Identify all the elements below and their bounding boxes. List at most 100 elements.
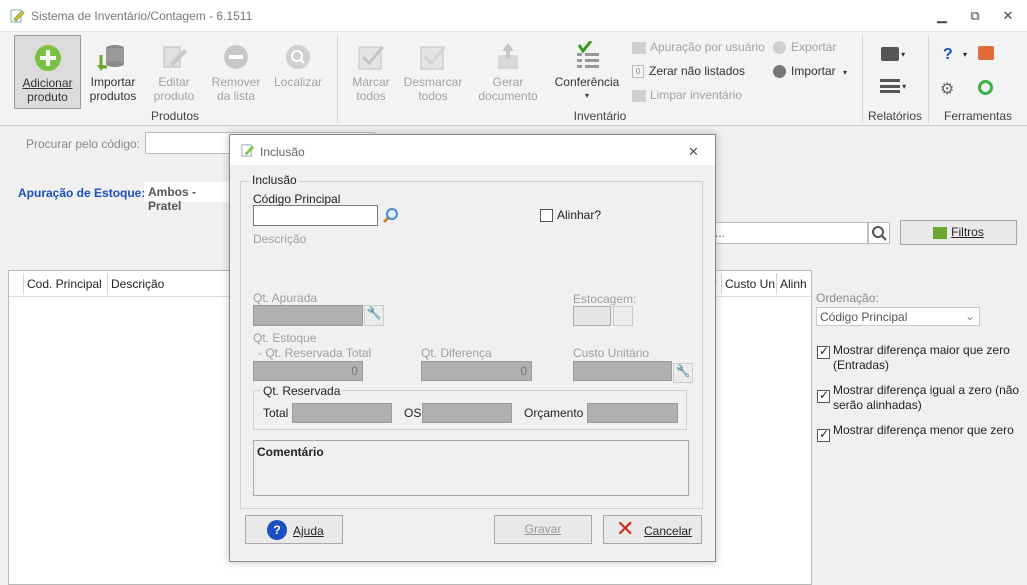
desmarcar-label-2: todos (418, 89, 448, 103)
column-header-descricao[interactable]: Descrição (111, 277, 164, 291)
remover-da-lista-button[interactable]: Remover da lista (208, 41, 264, 103)
restore-button[interactable]: ⧉ (963, 6, 987, 26)
orcamento-input[interactable] (587, 403, 678, 423)
total-label: Total (263, 406, 289, 420)
eraser-icon (632, 89, 646, 102)
window-title: Sistema de Inventário/Contagem - 6.1511 (31, 9, 253, 23)
column-header-cod-principal[interactable]: Cod. Principal (27, 277, 102, 291)
conferencia-label: Conferência (554, 75, 620, 89)
plus-circle-icon (34, 45, 61, 71)
printer-icon (880, 46, 899, 61)
custo-unitario-input[interactable] (573, 361, 672, 381)
gravar-button[interactable]: Gravar (494, 515, 592, 544)
ordenacao-select[interactable]: Código Principal ⌄ (816, 307, 980, 326)
limpar-inventario-item[interactable]: Limpar inventário (632, 88, 742, 102)
desmarcar-todos-button[interactable]: Desmarcar todos (402, 41, 464, 103)
filtros-button[interactable]: Filtros (900, 220, 1017, 245)
importar-label-2: produtos (89, 89, 137, 103)
ajuda-label: Ajuda (293, 524, 324, 538)
help-button[interactable]: ? (943, 46, 953, 64)
column-separator (776, 273, 777, 295)
codigo-principal-input[interactable] (253, 205, 378, 226)
qt-apurada-label: Qt. Apurada (253, 291, 318, 305)
qt-apurada-input[interactable] (253, 305, 363, 326)
checklist-icon (577, 41, 599, 68)
adicionar-label-2: produto (27, 90, 68, 104)
editar-produto-button[interactable]: Editar produto (148, 41, 200, 103)
os-input[interactable] (422, 403, 512, 423)
gear-icon[interactable]: ⚙ (940, 79, 954, 99)
app-icon (10, 9, 25, 23)
orcamento-label: Orçamento (524, 406, 584, 420)
adicionar-label-1: Adicionar (22, 76, 73, 90)
total-input[interactable] (292, 403, 392, 423)
qt-reservada-label: Qt. Reservada (261, 384, 343, 398)
limpar-label: Limpar inventário (650, 88, 743, 102)
ajuda-button[interactable]: ? Ajuda (245, 515, 343, 544)
column-separator (23, 273, 24, 295)
ribbon: Adicionar produto Importar produtos Edit… (0, 32, 1027, 126)
cancelar-button[interactable]: ✕ Cancelar (603, 515, 702, 544)
dialog-title: Inclusão (260, 145, 305, 159)
minimize-button[interactable]: ▁ (930, 6, 954, 26)
print-report-button[interactable]: ▾ (873, 46, 913, 62)
search-button[interactable] (868, 222, 890, 244)
users-icon (632, 41, 646, 54)
mostrar-igual-label-1: Mostrar diferença igual a zero (não (833, 383, 1020, 397)
chevron-down-icon: ⌄ (964, 309, 975, 323)
mostrar-maior-checkbox[interactable] (817, 344, 830, 359)
estocagem-input[interactable] (573, 306, 611, 326)
title-bar: Sistema de Inventário/Contagem - 6.1511 … (0, 0, 1027, 32)
search-field[interactable]: ... (708, 222, 868, 244)
close-window-button[interactable]: ✕ (996, 6, 1020, 26)
qt-diferenca-label: Qt. Diferença (421, 346, 492, 360)
ordenacao-value: Código Principal (820, 310, 908, 324)
zerar-nao-listados-item[interactable]: 0 Zerar não listados (632, 64, 745, 79)
localizar-button[interactable]: Localizar (270, 41, 326, 89)
apuracao-por-usuario-item[interactable]: Apuração por usuário (632, 40, 765, 54)
search-icon (872, 226, 887, 241)
gerar-documento-button[interactable]: Gerar documento (474, 41, 542, 103)
editar-label-2: produto (153, 89, 195, 103)
qt-estoque-input[interactable]: 0 (253, 361, 363, 381)
wrench-icon[interactable]: 🔧 (364, 305, 384, 326)
qt-diferenca-input[interactable]: 0 (421, 361, 532, 381)
database-import-icon (97, 45, 124, 71)
exportar-item[interactable]: Exportar (773, 40, 836, 55)
procurar-label: Procurar pelo código: (26, 137, 141, 151)
close-x-icon: ✕ (616, 516, 635, 541)
mostrar-igual-label-2: serão alinhadas) (833, 398, 922, 412)
column-header-alinhar[interactable]: Alinh (780, 277, 807, 291)
importar-item[interactable]: Importar ▾ (773, 64, 848, 79)
mostrar-maior-label-1: Mostrar diferença maior que zero (833, 343, 1010, 357)
column-header-custo-un[interactable]: Custo Un (725, 277, 775, 291)
comentario-label: Comentário (257, 445, 324, 459)
groupbox-title: Inclusão (250, 173, 299, 187)
feedback-icon[interactable] (978, 46, 994, 60)
marcar-label-1: Marcar (352, 75, 390, 89)
qt-reservada-total-label: - Qt. Reservada Total (258, 346, 372, 360)
report-list-button[interactable]: ▾ (873, 78, 913, 94)
status-ring-icon[interactable] (978, 80, 993, 95)
chevron-down-icon: ▾ (898, 50, 906, 59)
mostrar-menor-checkbox[interactable] (817, 427, 830, 442)
lookup-search-icon[interactable] (382, 207, 400, 225)
desmarcar-label-1: Desmarcar (403, 75, 463, 89)
wrench-icon[interactable]: 🔧 (673, 363, 693, 383)
conferencia-button[interactable]: Conferência ▾ (553, 41, 621, 103)
comentario-box[interactable]: Comentário (253, 440, 689, 496)
chevron-down-icon: ▾ (584, 91, 589, 100)
importar-produtos-button[interactable]: Importar produtos (85, 41, 141, 103)
localizar-label: Localizar (273, 75, 323, 89)
export-icon (773, 41, 786, 55)
mostrar-maior-label-2: (Entradas) (833, 358, 890, 372)
chevron-down-icon: ▾ (843, 68, 848, 77)
edit-note-icon[interactable] (613, 306, 633, 326)
filtros-label: Filtros (951, 225, 984, 239)
alinhar-checkbox[interactable] (540, 209, 553, 222)
apuracao-select[interactable]: Ambos - Pratel (144, 182, 234, 213)
marcar-todos-button[interactable]: Marcar todos (344, 41, 398, 103)
mostrar-igual-checkbox[interactable] (817, 388, 830, 403)
adicionar-produto-button[interactable]: Adicionar produto (14, 35, 81, 109)
dialog-close-button[interactable]: ✕ (688, 144, 699, 160)
